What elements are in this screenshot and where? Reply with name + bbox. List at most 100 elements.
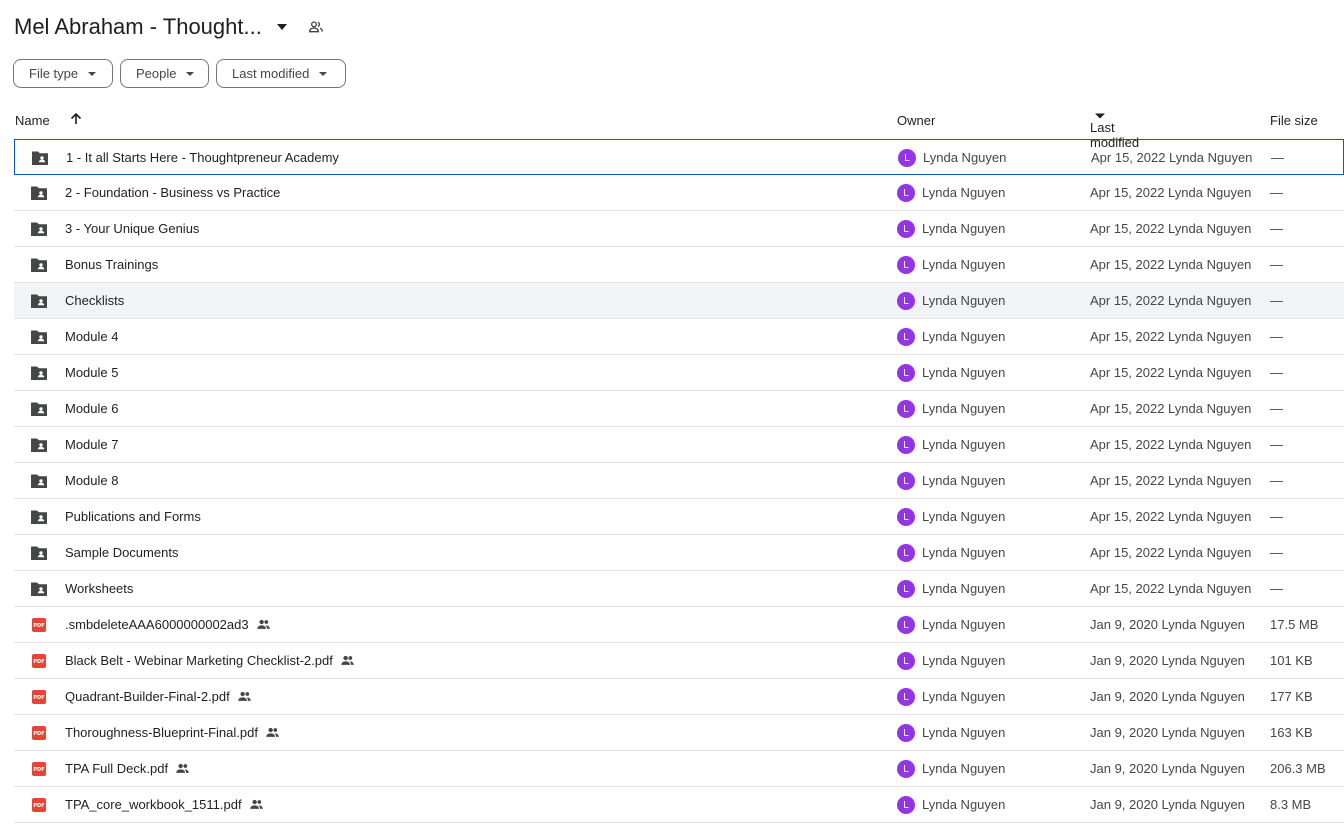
file-name[interactable]: Module 5: [65, 365, 118, 380]
file-size-value: —: [1270, 437, 1283, 452]
people-filter[interactable]: People: [120, 59, 209, 88]
shared-icon: [249, 797, 264, 812]
file-name[interactable]: Module 8: [65, 473, 118, 488]
arrow-drop-down-icon: [186, 71, 195, 77]
file-type-filter[interactable]: File type: [13, 59, 113, 88]
last-modified-value: Apr 15, 2022 Lynda Nguyen: [1090, 545, 1252, 560]
last-modified-value: Apr 15, 2022 Lynda Nguyen: [1090, 185, 1252, 200]
owner-name: Lynda Nguyen: [922, 221, 1006, 236]
avatar: L: [897, 292, 915, 310]
file-name-text: .smbdeleteAAA6000000002ad3: [65, 617, 249, 632]
file-row[interactable]: Publications and Forms L Lynda Nguyen Apr 1…: [14, 499, 1344, 535]
file-name[interactable]: Quadrant-Builder-Final-2.pdf: [65, 689, 252, 704]
file-row[interactable]: Worksheets L Lynda Nguyen Apr 15, 2022 Lynd…: [14, 571, 1344, 607]
file-size-value: —: [1270, 545, 1283, 560]
file-name-text: Module 8: [65, 473, 119, 488]
file-size-value: —: [1271, 150, 1284, 165]
sort-ascending-icon[interactable]: [68, 111, 84, 130]
owner-name: Lynda Nguyen: [922, 293, 1006, 308]
last-modified-filter[interactable]: Last modified: [216, 59, 346, 88]
file-row[interactable]: Checklists L Lynda Nguyen Apr 15, 2022 Lynd…: [14, 283, 1344, 319]
pdf-icon: PDF: [30, 616, 48, 634]
svg-text:PDF: PDF: [33, 731, 44, 737]
shared-people-icon[interactable]: [302, 13, 330, 41]
file-name[interactable]: 3 - Your Unique Genius: [65, 221, 199, 236]
file-size-value: —: [1270, 185, 1283, 200]
shared-icon: [265, 725, 280, 740]
svg-text:PDF: PDF: [33, 659, 44, 665]
file-row[interactable]: Module 4 L Lynda Nguyen Apr 15, 2022 Lynda …: [14, 319, 1344, 355]
file-row[interactable]: PDF Thoroughness-Blueprint-Final.pdf L Lynd…: [14, 715, 1344, 751]
avatar: L: [897, 220, 915, 238]
file-row[interactable]: PDF .smbdeleteAAA6000000002ad3 L Lynda Nguy…: [14, 607, 1344, 643]
file-size-value: —: [1270, 473, 1283, 488]
arrow-drop-down-icon: [1095, 113, 1105, 119]
file-size-value: —: [1270, 509, 1283, 524]
arrow-drop-down-icon[interactable]: [268, 13, 296, 41]
owner-name: Lynda Nguyen: [922, 185, 1006, 200]
file-name[interactable]: 1 - It all Starts Here - Thoughtpreneur …: [66, 150, 339, 165]
file-name[interactable]: TPA_core_workbook_1511.pdf: [65, 797, 264, 812]
file-row[interactable]: 3 - Your Unique Genius L Lynda Nguyen Apr 1…: [14, 211, 1344, 247]
file-row[interactable]: PDF TPA_core_workbook_1511.pdf L Lynda Nguy…: [14, 787, 1344, 823]
last-modified-value: Apr 15, 2022 Lynda Nguyen: [1090, 401, 1252, 416]
avatar: L: [897, 472, 915, 490]
file-name[interactable]: Module 6: [65, 401, 118, 416]
last-modified-column-header[interactable]: Last modified: [1090, 113, 1139, 150]
last-modified-value: Apr 15, 2022 Lynda Nguyen: [1091, 150, 1253, 165]
last-modified-value: Apr 15, 2022 Lynda Nguyen: [1090, 509, 1252, 524]
file-row[interactable]: Module 8 L Lynda Nguyen Apr 15, 2022 Lynda …: [14, 463, 1344, 499]
file-name[interactable]: Thoroughness-Blueprint-Final.pdf: [65, 725, 280, 740]
file-name[interactable]: Module 4: [65, 329, 118, 344]
shared-folder-icon: [30, 364, 48, 382]
last-modified-value: Jan 9, 2020 Lynda Nguyen: [1090, 725, 1245, 740]
file-name[interactable]: Module 7: [65, 437, 118, 452]
owner-name: Lynda Nguyen: [922, 761, 1006, 776]
file-row[interactable]: Bonus Trainings L Lynda Nguyen Apr 15, 2022…: [14, 247, 1344, 283]
file-row[interactable]: Module 6 L Lynda Nguyen Apr 15, 2022 Lynda …: [14, 391, 1344, 427]
file-size-column-header[interactable]: File size: [1270, 113, 1318, 128]
owner-name: Lynda Nguyen: [922, 329, 1006, 344]
file-row[interactable]: 1 - It all Starts Here - Thoughtpreneur …: [14, 139, 1344, 175]
file-name[interactable]: .smbdeleteAAA6000000002ad3: [65, 617, 271, 632]
file-row[interactable]: 2 - Foundation - Business vs Practice L Ly…: [14, 175, 1344, 211]
file-size-value: 8.3 MB: [1270, 797, 1312, 812]
file-size-value: —: [1270, 401, 1283, 416]
file-name[interactable]: Black Belt - Webinar Marketing Checklist…: [65, 653, 355, 668]
name-column-header[interactable]: Name: [15, 113, 50, 128]
owner-name: Lynda Nguyen: [922, 725, 1006, 740]
file-row[interactable]: PDF TPA Full Deck.pdf L Lynda Nguyen Jan 9, …: [14, 751, 1344, 787]
folder-title[interactable]: Mel Abraham - Thought...: [14, 14, 262, 40]
avatar: L: [897, 580, 915, 598]
file-name-text: Black Belt - Webinar Marketing Checklist…: [65, 653, 333, 668]
file-row[interactable]: Module 7 L Lynda Nguyen Apr 15, 2022 Lynda …: [14, 427, 1344, 463]
file-row[interactable]: PDF Black Belt - Webinar Marketing Checkl…: [14, 643, 1344, 679]
last-modified-value: Apr 15, 2022 Lynda Nguyen: [1090, 437, 1252, 452]
owner-column-header[interactable]: Owner: [897, 113, 935, 128]
shared-icon: [175, 761, 190, 776]
file-name[interactable]: Bonus Trainings: [65, 257, 158, 272]
file-row[interactable]: Module 5 L Lynda Nguyen Apr 15, 2022 Lynda …: [14, 355, 1344, 391]
file-size-value: 177 KB: [1270, 689, 1313, 704]
file-name[interactable]: Sample Documents: [65, 545, 178, 560]
owner-name: Lynda Nguyen: [923, 150, 1007, 165]
file-name[interactable]: TPA Full Deck.pdf: [65, 761, 190, 776]
owner-name: Lynda Nguyen: [922, 653, 1006, 668]
file-name-text: 3 - Your Unique Genius: [65, 221, 200, 236]
folder-header: Mel Abraham - Thought...: [14, 12, 330, 42]
file-name[interactable]: Checklists: [65, 293, 124, 308]
shared-folder-icon: [30, 400, 48, 418]
file-row[interactable]: Sample Documents L Lynda Nguyen Apr 15, 202…: [14, 535, 1344, 571]
shared-folder-icon: [30, 220, 48, 238]
file-row[interactable]: PDF Quadrant-Builder-Final-2.pdf L Lynda Ng…: [14, 679, 1344, 715]
people-filter-label: People: [136, 66, 177, 81]
file-name[interactable]: 2 - Foundation - Business vs Practice: [65, 185, 280, 200]
file-name[interactable]: Publications and Forms: [65, 509, 201, 524]
owner-name: Lynda Nguyen: [922, 365, 1006, 380]
file-name-text: Thoroughness-Blueprint-Final.pdf: [65, 725, 258, 740]
file-name[interactable]: Worksheets: [65, 581, 133, 596]
avatar: L: [897, 400, 915, 418]
last-modified-value: Apr 15, 2022 Lynda Nguyen: [1090, 473, 1252, 488]
file-list: 1 - It all Starts Here - Thoughtpreneur …: [14, 139, 1344, 823]
file-size-value: —: [1270, 221, 1283, 236]
